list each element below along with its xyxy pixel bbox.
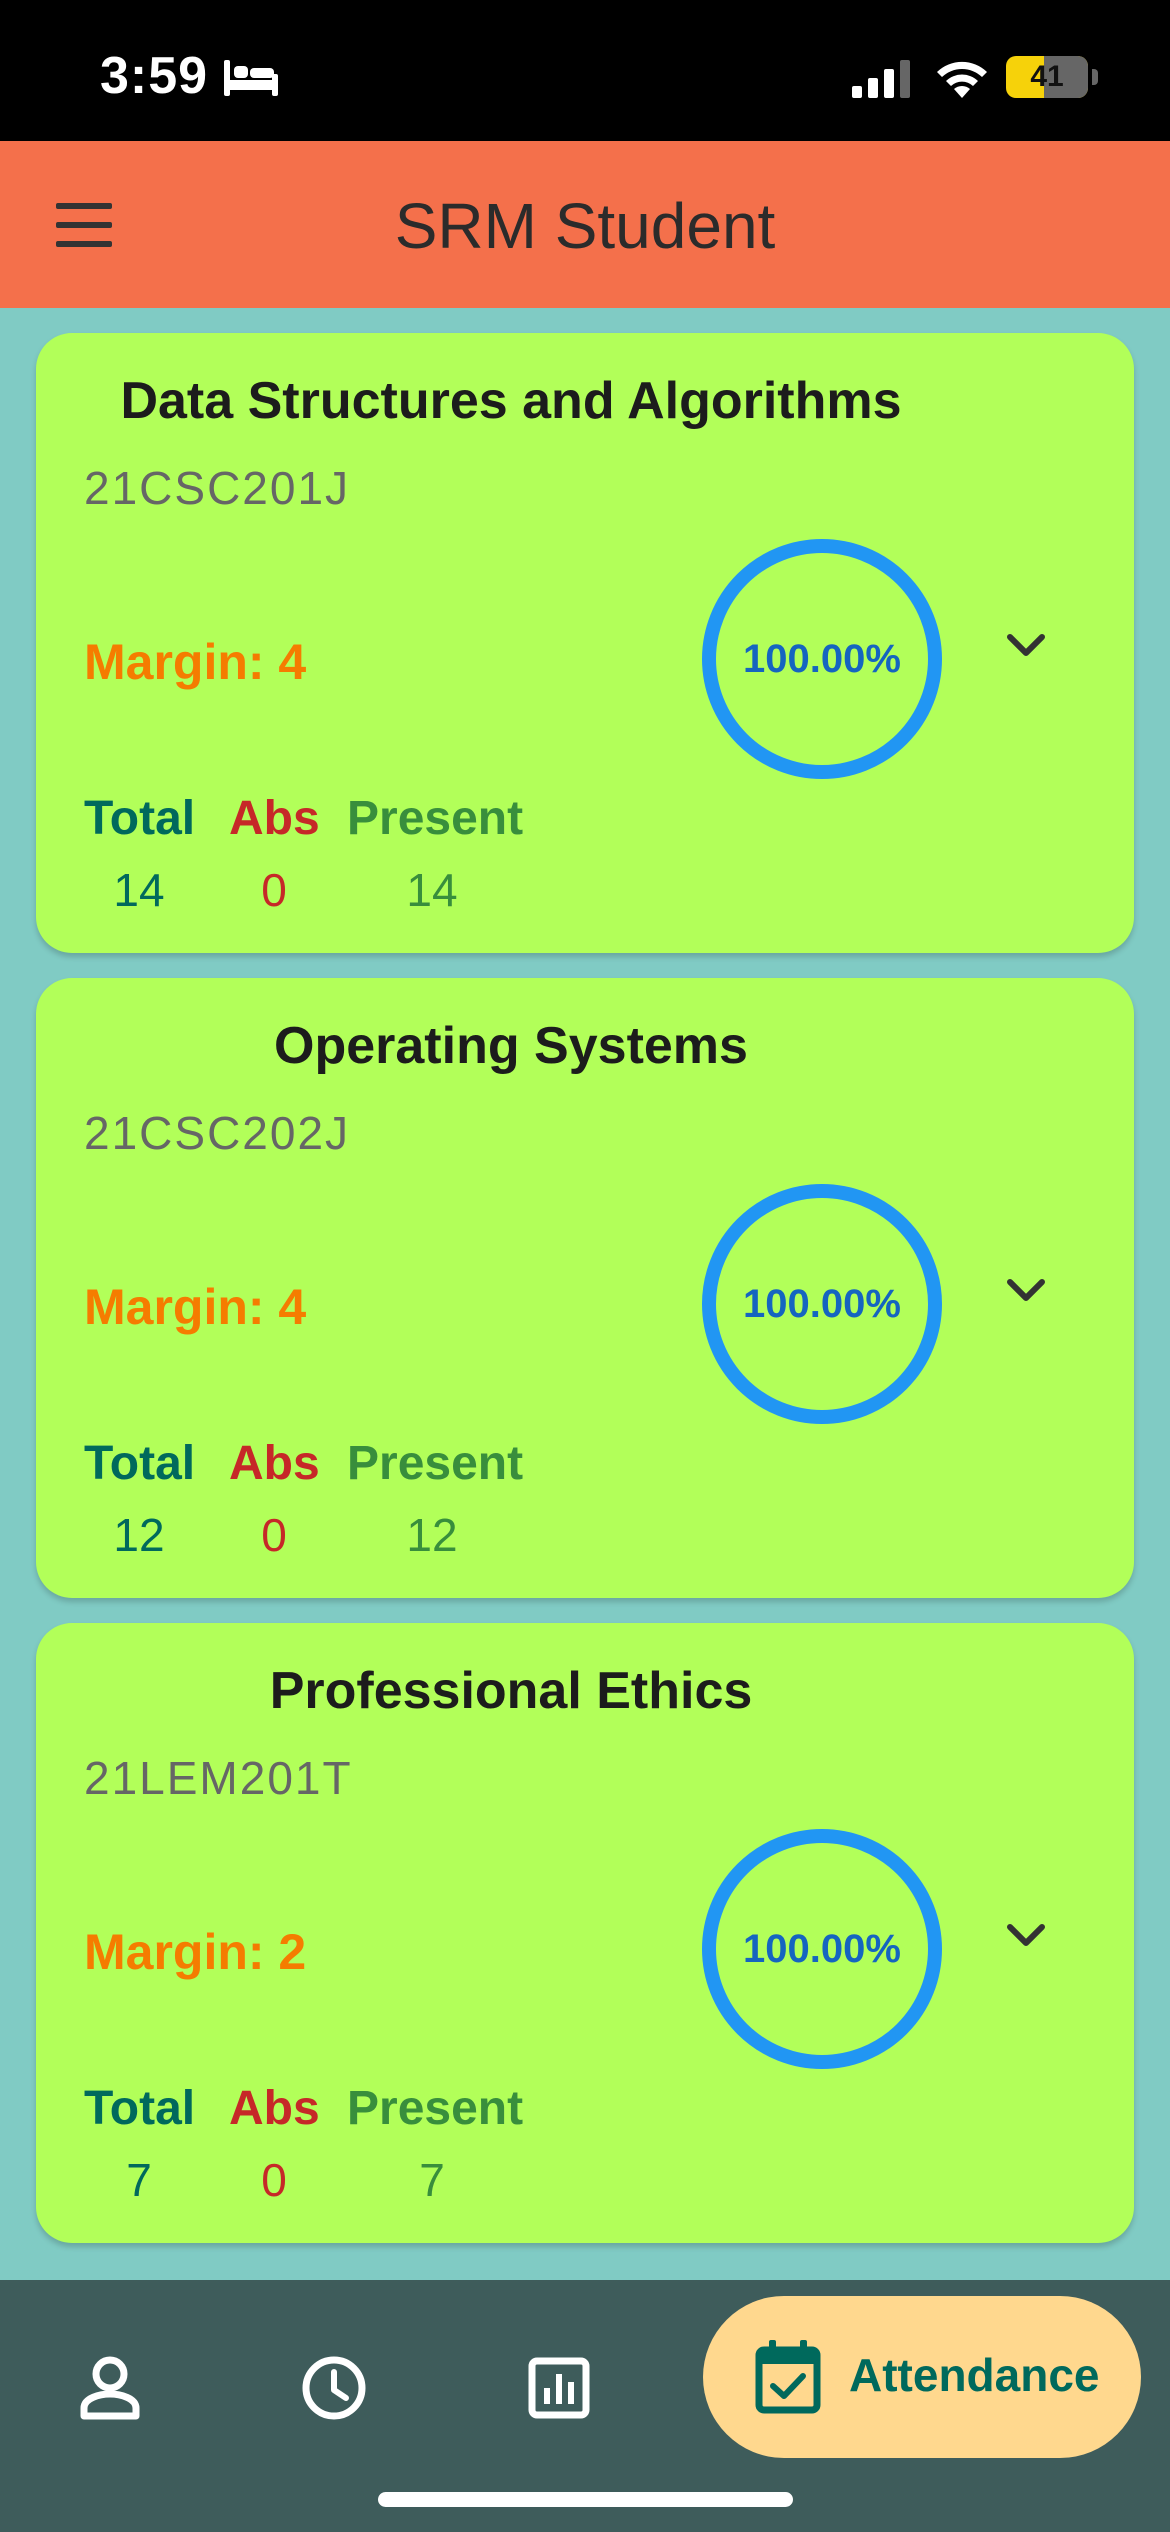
attendance-percent: 100.00% [743, 637, 901, 681]
total-label: Total [84, 1437, 196, 1490]
signal-icon [852, 60, 910, 98]
clock-icon[interactable] [290, 2344, 378, 2432]
total-label: Total [84, 792, 196, 845]
present-value: 12 [406, 1509, 458, 1561]
total-label: Total [84, 2082, 196, 2135]
course-title: Professional Ethics [269, 1662, 753, 1720]
nav-attendance[interactable]: Attendance [703, 2296, 1141, 2458]
home-indicator[interactable] [378, 2492, 793, 2507]
wifi-icon [937, 61, 987, 98]
present-value: 14 [406, 864, 458, 916]
course-code: 21LEM201T [84, 1752, 353, 1804]
person-icon[interactable] [66, 2344, 154, 2432]
course-title: Operating Systems [274, 1017, 748, 1075]
course-card[interactable]: Professional Ethics 21LEM201T Margin: 2 … [36, 1623, 1134, 2243]
abs-value: 0 [261, 864, 287, 916]
bar-chart-icon[interactable] [515, 2344, 603, 2432]
abs-value: 0 [261, 1509, 287, 1561]
course-card[interactable]: Data Structures and Algorithms 21CSC201J… [36, 333, 1134, 953]
status-bar: 3:59 41 [0, 0, 1170, 141]
abs-label: Abs [229, 792, 320, 845]
attendance-margin: Margin: 4 [84, 1279, 307, 1335]
total-value: 14 [113, 864, 165, 916]
chevron-down-icon[interactable] [996, 1911, 1056, 1961]
app-bar: SRM Student [0, 141, 1170, 308]
course-title: Data Structures and Algorithms [120, 372, 902, 430]
app-title: SRM Student [394, 190, 776, 262]
nav-attendance-label: Attendance [849, 2349, 1100, 2401]
present-label: Present [347, 1437, 524, 1490]
bed-icon [224, 60, 278, 96]
chevron-down-icon[interactable] [996, 621, 1056, 671]
total-value: 12 [113, 1509, 165, 1561]
attendance-percent: 100.00% [743, 1927, 901, 1971]
abs-label: Abs [229, 1437, 320, 1490]
present-label: Present [347, 792, 524, 845]
abs-value: 0 [261, 2154, 287, 2206]
calendar-check-icon [755, 2340, 821, 2414]
attendance-margin: Margin: 2 [84, 1924, 307, 1980]
abs-label: Abs [229, 2082, 320, 2135]
chevron-down-icon[interactable] [996, 1266, 1056, 1316]
battery-level: 41 [1030, 60, 1064, 93]
course-card[interactable]: Operating Systems 21CSC202J Margin: 4 10… [36, 978, 1134, 1598]
course-code: 21CSC201J [84, 462, 351, 514]
attendance-percent: 100.00% [743, 1282, 901, 1326]
course-code: 21CSC202J [84, 1107, 351, 1159]
status-time: 3:59 [100, 47, 209, 105]
attendance-margin: Margin: 4 [84, 634, 307, 690]
present-value: 7 [419, 2154, 445, 2206]
present-label: Present [347, 2082, 524, 2135]
total-value: 7 [126, 2154, 152, 2206]
